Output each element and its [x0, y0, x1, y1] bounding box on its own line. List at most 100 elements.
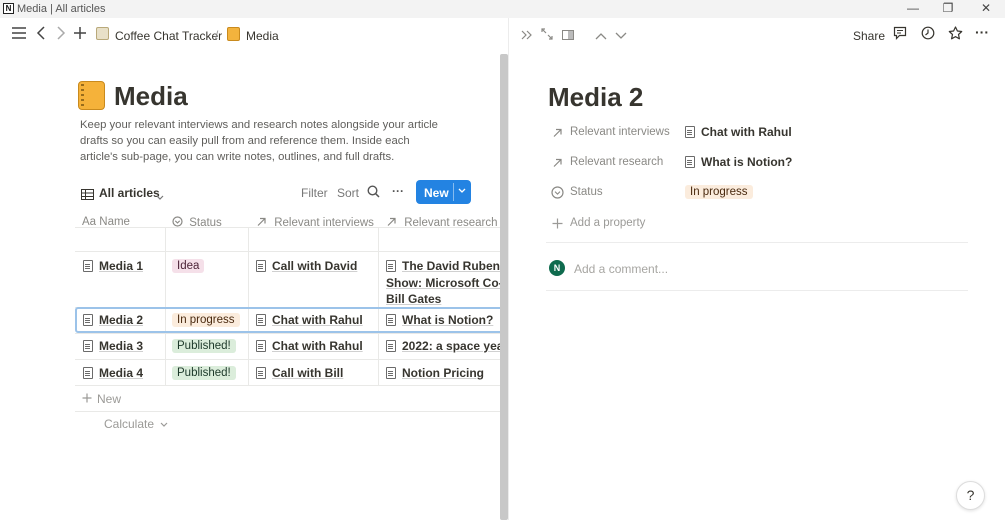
- sidebar-menu-icon[interactable]: [11, 26, 27, 44]
- property-label-status[interactable]: Status: [570, 186, 603, 198]
- property-label-interviews[interactable]: Relevant interviews: [570, 126, 670, 138]
- breadcrumb-coffee-chat-tracker[interactable]: Coffee Chat Tracker: [115, 29, 222, 43]
- table-row-name[interactable]: Media 4: [83, 366, 143, 380]
- research-link[interactable]: Notion Pricing: [402, 366, 484, 380]
- notion-app-icon: N: [3, 3, 14, 14]
- research-link-line[interactable]: Bill Gates: [386, 292, 441, 306]
- comment-icon[interactable]: [893, 26, 907, 43]
- new-entry-button[interactable]: New: [416, 180, 471, 204]
- page-icon: [256, 340, 266, 352]
- interview-link[interactable]: Chat with Rahul: [272, 339, 363, 353]
- back-icon[interactable]: [36, 26, 46, 44]
- research-link[interactable]: What is Notion?: [701, 155, 792, 169]
- status-type-icon: [172, 216, 183, 227]
- page-icon: [685, 156, 695, 168]
- table-row-name[interactable]: Media 1: [83, 259, 143, 273]
- column-header-name[interactable]: Aa Name: [82, 216, 130, 228]
- view-chevron-down-icon[interactable]: [156, 188, 164, 206]
- interview-link[interactable]: Chat with Rahul: [701, 125, 792, 139]
- search-icon[interactable]: [367, 185, 380, 203]
- interview-link[interactable]: Call with David: [272, 259, 357, 273]
- interview-relation[interactable]: Chat with Rahul: [256, 339, 363, 353]
- research-relation[interactable]: Notion Pricing: [386, 366, 484, 380]
- help-button[interactable]: ?: [956, 481, 985, 510]
- close-window-button[interactable]: ✕: [976, 1, 996, 15]
- new-page-plus-icon[interactable]: [73, 26, 87, 44]
- previous-item-icon[interactable]: [595, 27, 607, 43]
- interview-link[interactable]: Call with Bill: [272, 366, 343, 380]
- status-badge[interactable]: Idea: [172, 259, 205, 273]
- column-header-research[interactable]: Relevant research: [386, 216, 498, 229]
- status-badge[interactable]: Published!: [172, 339, 236, 353]
- peek-page-title[interactable]: Media 2: [548, 82, 643, 113]
- table-row-name[interactable]: Media 3: [83, 339, 143, 353]
- notebook-emoji-icon: [227, 27, 240, 41]
- history-clock-icon[interactable]: [921, 26, 935, 43]
- next-item-icon[interactable]: [615, 27, 627, 43]
- page-description: Keep your relevant interviews and resear…: [80, 119, 438, 163]
- new-dropdown-chevron-icon[interactable]: [458, 184, 466, 199]
- page-icon: [256, 367, 266, 379]
- more-options-button[interactable]: ···: [392, 184, 404, 198]
- research-link[interactable]: 2022: a space yearb: [402, 339, 500, 353]
- side-peek-icon[interactable]: [562, 27, 574, 43]
- comment-input[interactable]: Add a comment...: [574, 262, 668, 276]
- row-name[interactable]: Media 1: [99, 259, 143, 273]
- plus-icon: [552, 217, 563, 232]
- column-header-status-label: Status: [189, 217, 222, 229]
- row-border: [75, 333, 500, 334]
- page-icon: [83, 260, 93, 272]
- window-title: Media | All articles: [17, 3, 106, 15]
- sort-button[interactable]: Sort: [337, 186, 359, 200]
- view-tab-all-articles[interactable]: All articles: [99, 186, 160, 200]
- property-value-interviews[interactable]: Chat with Rahul: [685, 125, 792, 139]
- restore-button[interactable]: ❐: [938, 1, 958, 15]
- new-button-divider: [453, 183, 454, 201]
- research-relation[interactable]: 2022: a space yearb: [386, 339, 500, 353]
- interview-relation[interactable]: Call with David: [256, 259, 357, 273]
- row-name[interactable]: Media 3: [99, 339, 143, 353]
- research-link[interactable]: The David Rubenste: [402, 259, 500, 273]
- relation-arrow-icon: [552, 126, 563, 141]
- page-icon: [83, 340, 93, 352]
- interview-relation[interactable]: Call with Bill: [256, 366, 343, 380]
- column-header-status[interactable]: Status: [172, 216, 222, 229]
- page-notebook-icon[interactable]: [78, 81, 105, 110]
- more-menu-icon[interactable]: ···: [975, 24, 989, 40]
- window-titlebar: N Media | All articles — ❐ ✕: [0, 0, 1005, 18]
- close-peek-icon[interactable]: [521, 27, 533, 43]
- peek-panel: Share ··· Media 2 Relevant interviews Ch…: [509, 18, 1005, 520]
- calculate-button[interactable]: Calculate: [104, 417, 168, 431]
- text-type-icon: Aa: [82, 216, 97, 228]
- share-button[interactable]: Share: [853, 29, 885, 43]
- page-icon: [83, 367, 93, 379]
- table-view-icon: [81, 187, 94, 205]
- properties-divider: [546, 242, 968, 243]
- research-relation[interactable]: The David Rubenste: [386, 259, 500, 273]
- status-icon: [551, 186, 564, 202]
- research-link-line[interactable]: Show: Microsoft Co-Fo: [386, 276, 500, 290]
- favorite-star-icon[interactable]: [948, 26, 963, 43]
- avatar: N: [549, 260, 565, 276]
- column-header-interviews[interactable]: Relevant interviews: [256, 216, 374, 229]
- column-header-interviews-label: Relevant interviews: [274, 217, 374, 229]
- row-border: [75, 359, 500, 360]
- add-new-row-button[interactable]: New: [82, 392, 121, 406]
- filter-button[interactable]: Filter: [301, 186, 328, 200]
- relation-arrow-icon: [257, 217, 266, 226]
- vertical-scrollbar[interactable]: [500, 54, 508, 520]
- page-title[interactable]: Media: [114, 81, 188, 112]
- property-label-research[interactable]: Relevant research: [570, 156, 663, 168]
- minimize-button[interactable]: —: [903, 1, 923, 15]
- status-badge[interactable]: Published!: [172, 366, 236, 380]
- forward-icon[interactable]: [56, 26, 66, 44]
- status-badge[interactable]: In progress: [685, 185, 753, 199]
- page-icon: [685, 126, 695, 138]
- breadcrumb-media[interactable]: Media: [246, 29, 279, 43]
- property-value-research[interactable]: What is Notion?: [685, 155, 792, 169]
- plus-icon: [82, 393, 92, 403]
- add-new-label: New: [97, 392, 122, 406]
- add-property-button[interactable]: Add a property: [570, 217, 645, 229]
- row-name[interactable]: Media 4: [99, 366, 143, 380]
- expand-icon[interactable]: [541, 27, 553, 43]
